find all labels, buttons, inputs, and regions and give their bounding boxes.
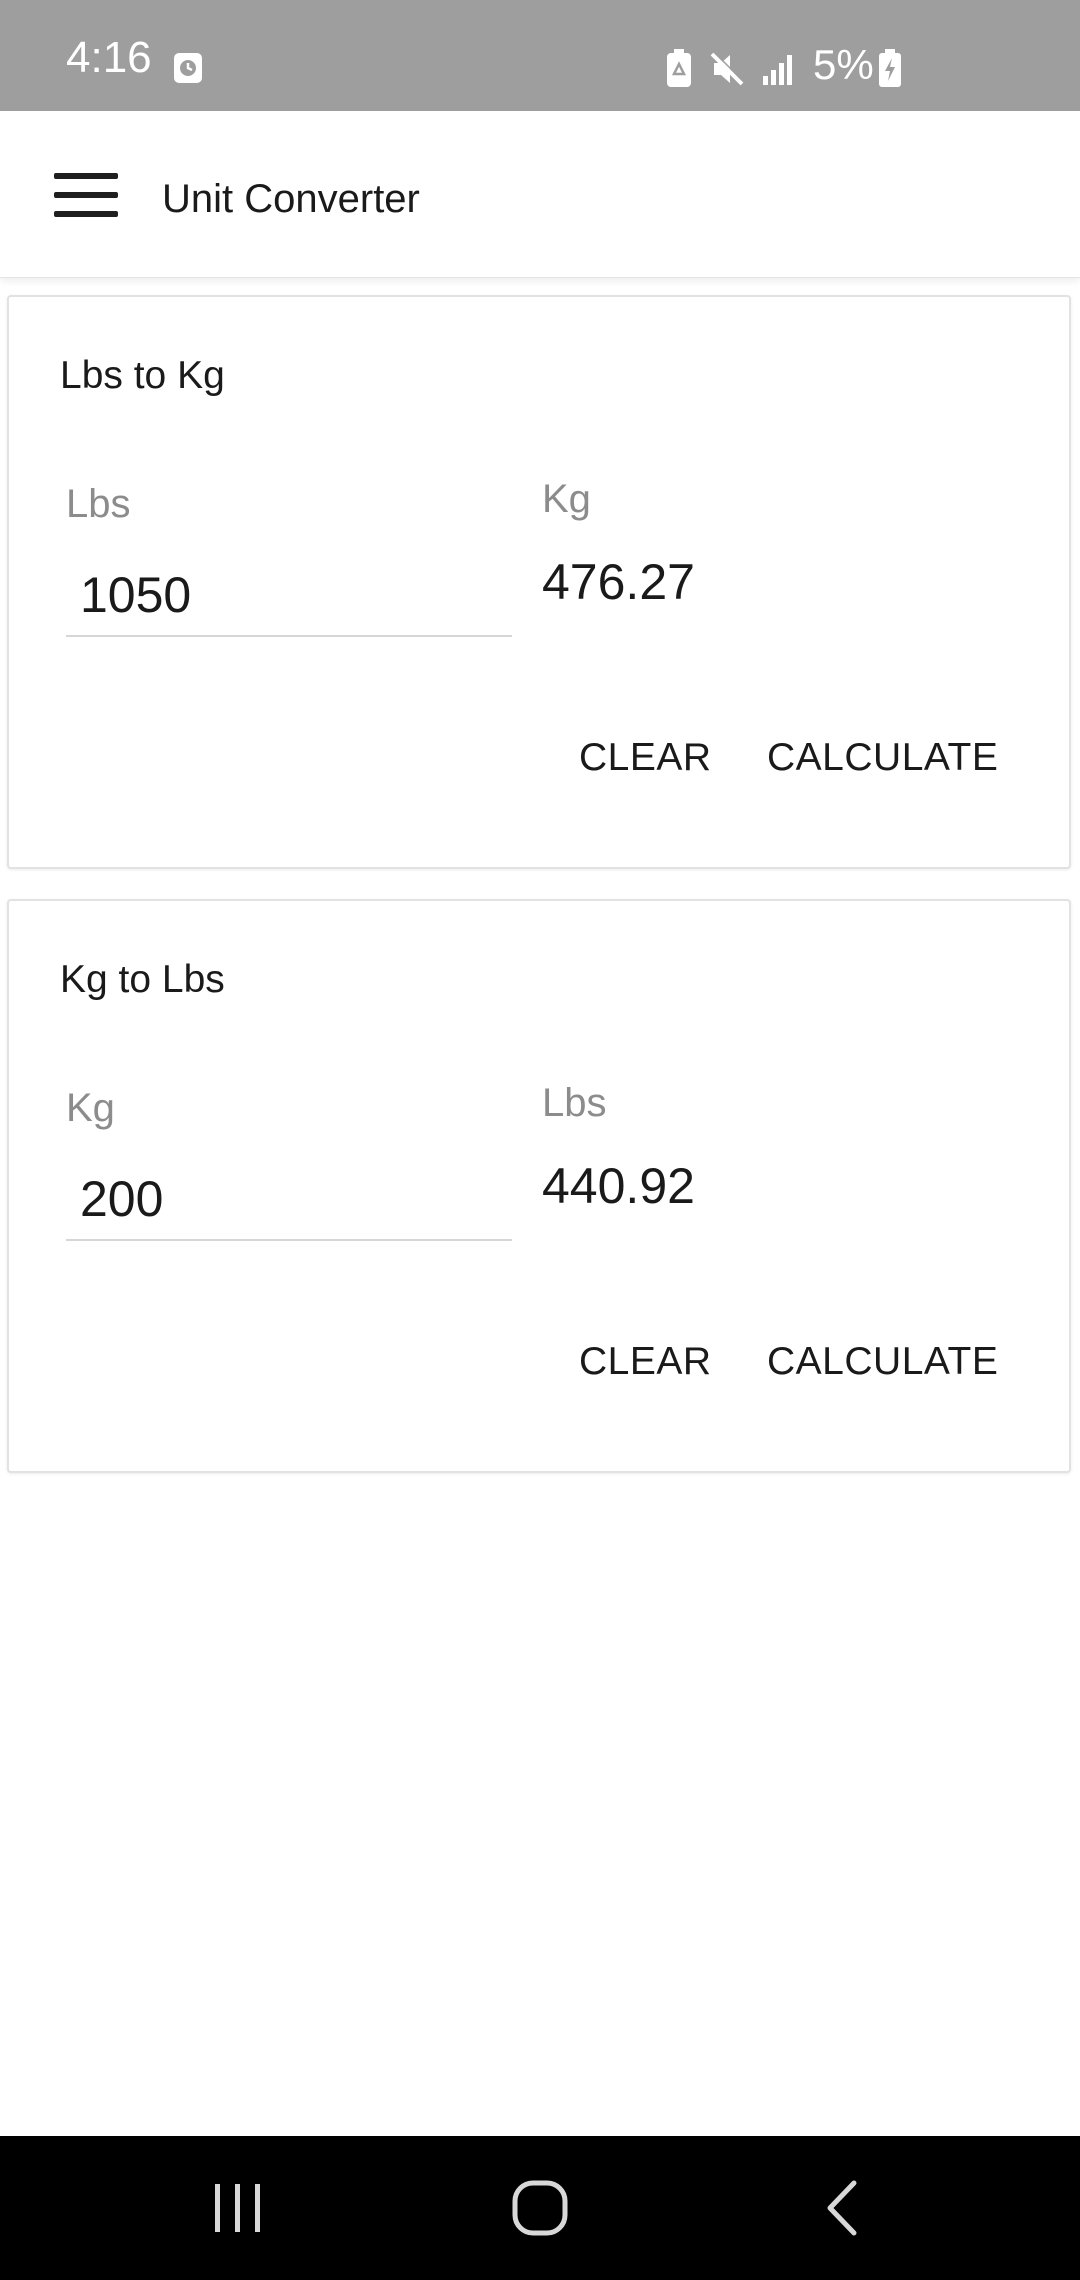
- mute-icon: [710, 51, 745, 86]
- card-title: Lbs to Kg: [60, 354, 225, 397]
- status-time: 4:16: [66, 33, 152, 82]
- battery-charging-icon: [879, 49, 901, 87]
- battery-percent: 5%: [813, 41, 874, 88]
- back-icon[interactable]: [742, 2136, 942, 2280]
- calculate-button[interactable]: CALCULATE: [767, 1340, 998, 1384]
- signal-icon: [763, 55, 792, 85]
- kg-input[interactable]: [66, 1159, 512, 1241]
- lbs-to-kg-card: Lbs to Kg Lbs Kg 476.27 CLEAR CALCULATE: [7, 295, 1071, 869]
- recents-icon[interactable]: [138, 2136, 338, 2280]
- input-label: Kg: [66, 1086, 115, 1130]
- kg-result: 476.27: [542, 554, 695, 610]
- lbs-result: 440.92: [542, 1158, 695, 1214]
- home-icon[interactable]: [440, 2136, 640, 2280]
- app-title: Unit Converter: [162, 177, 420, 221]
- hamburger-menu-icon[interactable]: [54, 173, 118, 217]
- app-bar: Unit Converter: [0, 111, 1080, 278]
- card-title: Kg to Lbs: [60, 958, 225, 1001]
- clear-button[interactable]: CLEAR: [579, 1340, 712, 1384]
- clear-button[interactable]: CLEAR: [579, 736, 712, 780]
- status-bar: 4:16 5%: [0, 0, 1080, 111]
- lbs-input[interactable]: [66, 555, 512, 637]
- input-label: Lbs: [66, 482, 131, 526]
- kg-to-lbs-card: Kg to Lbs Kg Lbs 440.92 CLEAR CALCULATE: [7, 899, 1071, 1473]
- screenshot-icon: [174, 53, 202, 83]
- output-label: Kg: [542, 477, 591, 521]
- battery-saver-icon: [667, 49, 691, 87]
- navigation-bar: [0, 2136, 1080, 2280]
- output-label: Lbs: [542, 1081, 607, 1125]
- calculate-button[interactable]: CALCULATE: [767, 736, 998, 780]
